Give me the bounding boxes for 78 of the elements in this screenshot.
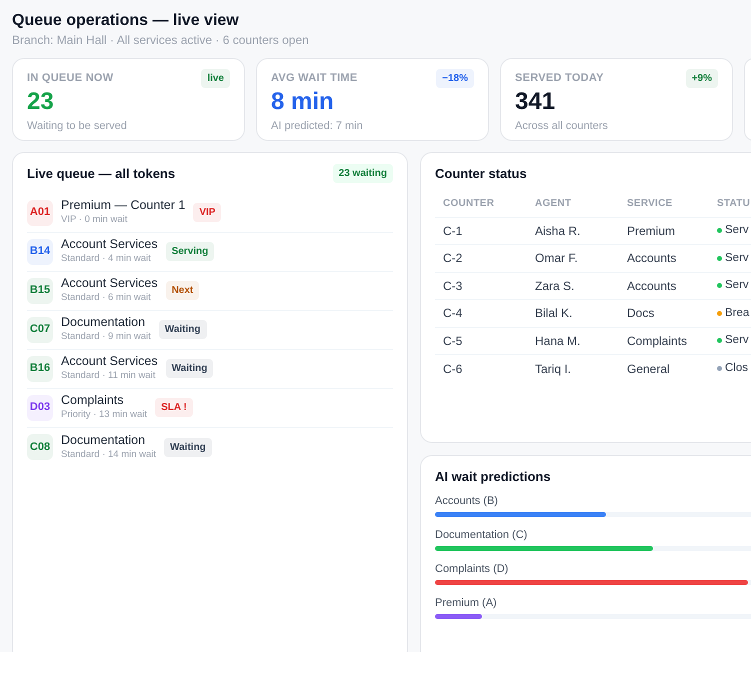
table-cell-text: Accounts — [627, 250, 678, 268]
column-header: STATU — [717, 196, 751, 210]
stat-label: IN QUEUE NOW — [27, 71, 114, 86]
service-name: Account Services — [61, 355, 158, 368]
stat-badge: live — [201, 69, 230, 88]
token-badge: B14 — [27, 238, 53, 264]
page-subtitle: Branch: Main Hall · All services active · 6 counters open — [12, 32, 310, 48]
column-header: SERVICE — [627, 196, 674, 210]
token-badge: A01 — [27, 200, 53, 226]
status-tag: VIP — [193, 203, 222, 222]
table-cell-text: Accounts — [627, 278, 678, 295]
token-badge: D03 — [27, 394, 53, 420]
stat-label: SERVED TODAY — [515, 71, 604, 86]
status-text: Brea — [725, 306, 750, 321]
stat-badge: +9% — [686, 69, 718, 88]
stat-note: Waiting to be served — [27, 119, 128, 134]
status-text: Clos — [725, 361, 748, 376]
wait-info: Standard · 4 min wait — [61, 252, 152, 265]
wait-info: Standard · 11 min wait — [61, 369, 156, 382]
table-cell-text: C-4 — [443, 305, 464, 322]
prediction-label: Accounts (B) — [435, 494, 499, 506]
prediction-label: Documentation (C) — [435, 528, 528, 540]
wait-info: Standard · 6 min wait — [61, 291, 152, 304]
panel-title: Live queue — all tokens — [27, 165, 176, 183]
stat-note: AI predicted: 7 min — [271, 119, 364, 134]
token-badge: B15 — [27, 278, 53, 304]
stat-label: AVG WAIT TIME — [271, 71, 358, 86]
table-cell-text: Omar F. — [535, 250, 579, 268]
status-text: Serv — [725, 333, 749, 348]
table-cell-text: Tariq I. — [535, 360, 572, 378]
column-header: COUNTER — [443, 196, 496, 210]
table-cell-text: Hana M. — [535, 332, 582, 350]
service-name: Account Services — [61, 277, 158, 290]
service-name: Account Services — [61, 238, 158, 251]
status-tag: Next — [166, 281, 200, 300]
wait-info: Standard · 14 min wait — [61, 448, 156, 460]
table-cell-text: Bilal K. — [535, 305, 574, 322]
panel-title: Counter status — [435, 165, 528, 183]
table-cell-text: General — [627, 360, 671, 378]
table-cell-text: C-1 — [443, 222, 464, 240]
stat-badge: −18% — [436, 69, 474, 88]
panel-title: AI wait predictions — [435, 468, 552, 486]
stat-value: 8 min — [271, 88, 335, 116]
service-name: Documentation — [61, 434, 146, 446]
waiting-count: 23 waiting — [332, 164, 393, 184]
stat-value: 23 — [27, 88, 55, 116]
wait-info: Priority · 13 min wait — [61, 408, 148, 421]
status-text: Serv — [725, 278, 749, 294]
table-cell-text: Complaints — [627, 332, 688, 350]
table-cell-text: C-5 — [443, 332, 464, 350]
status-tag: SLA ! — [155, 398, 193, 417]
column-header: AGENT — [535, 196, 572, 210]
table-cell-text: Premium — [627, 222, 676, 240]
status-tag: Serving — [166, 242, 214, 261]
wait-info: Standard · 9 min wait — [61, 330, 151, 343]
table-cell-text: C-3 — [443, 278, 464, 295]
table-cell-text: C-6 — [443, 360, 464, 378]
token-badge: C08 — [27, 434, 53, 460]
status-text: Serv — [725, 223, 749, 238]
stat-note: Across all counters — [515, 119, 609, 134]
token-badge: B16 — [27, 356, 53, 382]
prediction-label: Complaints (D) — [435, 562, 510, 574]
status-tag: Waiting — [166, 359, 214, 378]
prediction-label: Premium (A) — [435, 596, 498, 608]
status-tag: Waiting — [164, 438, 212, 456]
status-tag: Waiting — [158, 320, 206, 339]
table-cell-text: Docs — [627, 305, 656, 322]
table-cell-text: C-2 — [443, 250, 464, 268]
wait-info: VIP · 0 min wait — [61, 213, 128, 226]
token-badge: C07 — [27, 316, 53, 342]
service-name: Complaints — [61, 394, 125, 407]
service-name: Documentation — [61, 316, 146, 329]
page-title: Queue operations — live view — [12, 11, 240, 31]
status-text: Serv — [725, 250, 749, 266]
stat-value: 341 — [515, 88, 556, 116]
service-name: Premium — Counter 1 — [61, 199, 186, 212]
table-cell-text: Zara S. — [535, 278, 576, 295]
table-cell-text: Aisha R. — [535, 222, 582, 240]
